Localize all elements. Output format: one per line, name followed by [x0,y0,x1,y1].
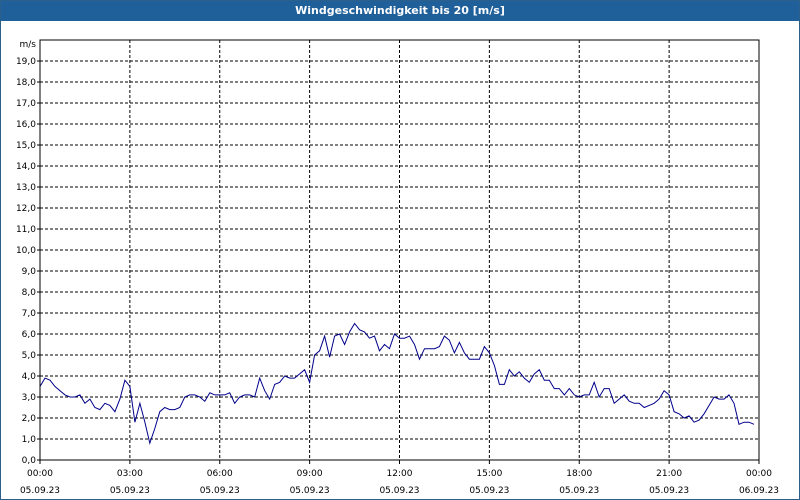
x-tick-date: 06.09.23 [739,486,779,496]
y-axis: 0,0 1,0 2,0 3,0 4,0 5,0 6,0 7,0 8,0 9,0 10,0 11,0 12… [16,40,40,466]
y-tick-label: 4,0 [22,372,37,382]
y-tick-label: 7,0 [22,309,37,319]
y-tick-label: 9,0 [22,267,37,277]
x-tick-date: 05.09.23 [379,486,419,496]
y-unit-label: m/s [20,40,37,50]
y-tick-label: 12,0 [16,204,36,214]
x-tick-date: 05.09.23 [649,486,689,496]
y-tick-label: 16,0 [16,120,36,130]
x-tick-time: 06:00 [207,469,233,479]
x-tick-time: 18:00 [566,469,592,479]
y-tick-label: 11,0 [16,225,36,235]
y-tick-label: 15,0 [16,141,36,151]
y-tick-label: 2,0 [22,414,37,424]
y-tick-label: 6,0 [22,330,37,340]
y-tick-label: 8,0 [22,288,37,298]
x-tick-time: 00:00 [746,469,772,479]
x-tick-date: 05.09.23 [290,486,330,496]
series-layer [39,322,755,446]
y-tick-label: 3,0 [22,393,37,403]
x-tick-time: 00:00 [27,469,53,479]
x-tick-time: 09:00 [297,469,323,479]
x-tick-date: 05.09.23 [200,486,240,496]
y-tick-label: 10,0 [16,246,36,256]
x-axis: 00:00 05.09.23 03:00 05.09.23 06:00 05.09.23 0… [20,460,779,496]
y-tick-label: 5,0 [22,351,37,361]
x-tick-time: 21:00 [656,469,682,479]
chart-title: Windgeschwindigkeit bis 20 [m/s] [1,1,799,21]
x-tick-date: 05.09.23 [110,486,150,496]
y-tick-label: 18,0 [16,78,36,88]
y-tick-label: 1,0 [22,435,37,445]
y-tick-label: 0,0 [22,456,37,466]
wind-speed-series-line [39,322,755,446]
chart-window: Windgeschwindigkeit bis 20 [m/s] 0,0 1,0 2… [0,0,800,500]
y-tick-label: 19,0 [16,57,36,67]
x-tick-time: 15:00 [476,469,502,479]
grid [40,40,759,460]
x-tick-date: 05.09.23 [20,486,60,496]
y-tick-label: 17,0 [16,99,36,109]
x-tick-time: 12:00 [387,469,413,479]
x-tick-time: 03:00 [117,469,143,479]
x-tick-date: 05.09.23 [559,486,599,496]
wind-speed-chart: 0,0 1,0 2,0 3,0 4,0 5,0 6,0 7,0 8,0 9,0 10,0 11,0 12… [16,39,779,496]
y-tick-label: 14,0 [16,162,36,172]
x-tick-date: 05.09.23 [469,486,509,496]
y-tick-label: 13,0 [16,183,36,193]
